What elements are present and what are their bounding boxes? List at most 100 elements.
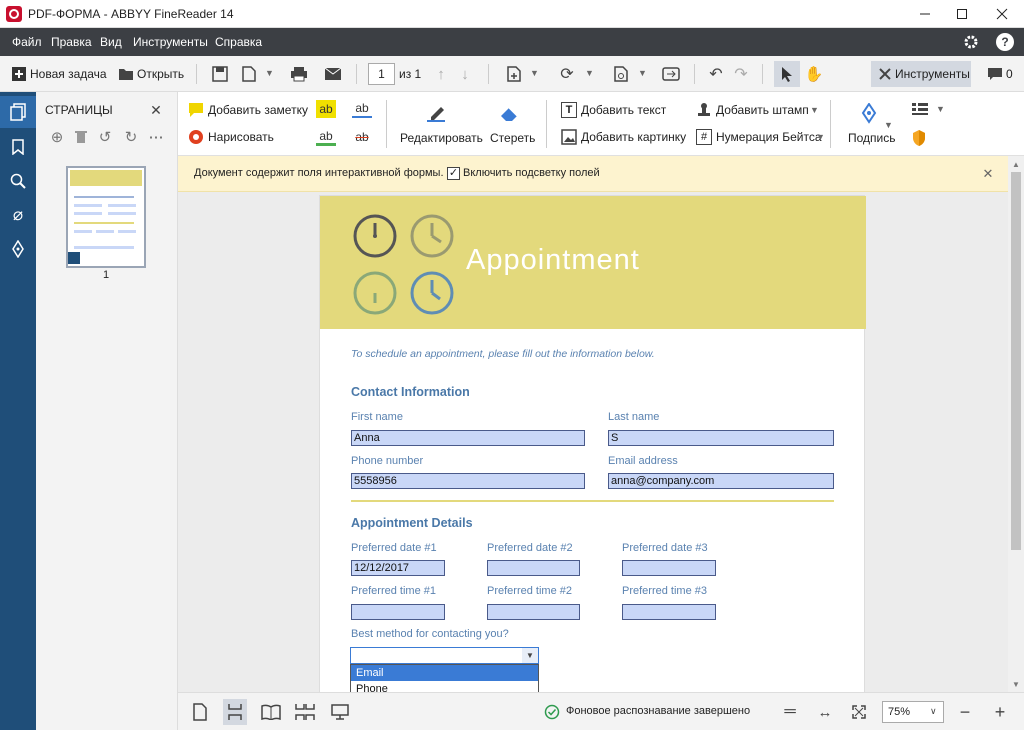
select-cursor-icon[interactable] xyxy=(774,61,800,87)
last-name-field[interactable]: S xyxy=(608,430,834,446)
attachment-icon[interactable]: ⌀ xyxy=(0,200,36,230)
arrow-down-icon[interactable]: ↓ xyxy=(456,65,474,83)
delete-page-icon[interactable] xyxy=(72,128,90,146)
add-picture-button[interactable]: Добавить картинку xyxy=(561,128,686,148)
new-task-button[interactable]: Новая задача xyxy=(30,67,107,81)
erase-button[interactable]: Стереть xyxy=(486,98,535,150)
rotate-right-icon[interactable]: ↻ xyxy=(122,128,140,146)
redo-icon[interactable]: ↷ xyxy=(731,65,751,83)
zoom-in-icon[interactable]: + xyxy=(990,702,1010,722)
date2-field[interactable] xyxy=(487,560,580,576)
dropdown-option-email[interactable]: Email xyxy=(351,665,538,681)
add-note-button[interactable]: Добавить заметку xyxy=(188,101,308,121)
fullscreen-view-icon[interactable] xyxy=(330,702,350,722)
time1-field[interactable] xyxy=(351,604,445,620)
save-as-icon[interactable] xyxy=(240,65,258,83)
menu-tools[interactable]: Инструменты xyxy=(133,35,208,49)
list-dropdown-arrow[interactable]: ▼ xyxy=(936,104,945,114)
signature-pen-icon[interactable] xyxy=(0,234,36,264)
rotate-left-icon[interactable]: ↺ xyxy=(96,128,114,146)
phone-field[interactable]: 5558956 xyxy=(351,473,585,489)
strikethrough-icon[interactable]: ab xyxy=(352,128,372,146)
document-viewer[interactable]: Appointment To schedule an appointment, … xyxy=(178,192,1008,692)
fit-width-arrows-icon[interactable]: ↔ xyxy=(814,703,836,721)
arrow-up-icon[interactable]: ↑ xyxy=(432,65,450,83)
compare-icon[interactable] xyxy=(662,65,680,83)
two-page-continuous-icon[interactable] xyxy=(294,702,316,722)
add-text-button[interactable]: T Добавить текст xyxy=(561,101,671,121)
dropdown-option-phone[interactable]: Phone xyxy=(351,681,538,692)
menu-file[interactable]: Файл xyxy=(12,35,42,49)
list-settings-icon[interactable] xyxy=(910,100,930,118)
print-icon[interactable] xyxy=(290,65,308,83)
save-dropdown-arrow[interactable]: ▼ xyxy=(265,68,274,78)
undo-icon[interactable]: ↶ xyxy=(706,65,726,83)
chevron-down-icon[interactable]: ▼ xyxy=(522,648,538,663)
highlight-fields-checkbox[interactable]: ✓ xyxy=(447,167,460,180)
highlight-fields-label[interactable]: Включить подсветку полей xyxy=(463,167,600,179)
new-task-icon[interactable] xyxy=(10,65,28,83)
first-name-field[interactable]: Anna xyxy=(351,430,585,446)
scrollbar-thumb[interactable] xyxy=(1011,172,1021,550)
scroll-up-arrow[interactable]: ▲ xyxy=(1008,156,1024,172)
close-infobar-icon[interactable]: ✕ xyxy=(980,166,996,182)
date3-field[interactable] xyxy=(622,560,716,576)
close-window-button[interactable] xyxy=(982,0,1022,28)
settings-gear-icon[interactable] xyxy=(962,33,980,51)
bookmark-icon[interactable] xyxy=(0,132,36,162)
find-dropdown-arrow[interactable]: ▼ xyxy=(638,68,647,78)
zoom-dropdown-arrow: ∨ xyxy=(930,706,937,716)
underline-text-icon[interactable]: ab xyxy=(352,100,372,118)
zoom-out-icon[interactable]: − xyxy=(955,702,975,722)
menu-view[interactable]: Вид xyxy=(100,35,122,49)
fit-page-icon[interactable] xyxy=(849,703,869,721)
two-page-view-icon[interactable] xyxy=(260,702,282,722)
help-icon[interactable]: ? xyxy=(996,33,1014,51)
sign-button[interactable]: ▼ Подпись xyxy=(842,98,898,150)
add-stamp-button[interactable]: Добавить штамп ▼ xyxy=(696,101,821,121)
pages-icon[interactable] xyxy=(0,96,36,128)
clock-icon xyxy=(352,270,398,319)
rotate-dropdown-arrow[interactable]: ▼ xyxy=(585,68,594,78)
add-page-dropdown-arrow[interactable]: ▼ xyxy=(530,68,539,78)
bates-numbering-button[interactable]: # Нумерация Бейтса ▼ xyxy=(696,128,826,148)
close-panel-icon[interactable]: ✕ xyxy=(148,102,164,118)
find-page-icon[interactable] xyxy=(612,65,630,83)
email-field[interactable]: anna@company.com xyxy=(608,473,834,489)
pen-nib-icon xyxy=(858,102,880,126)
date1-field[interactable]: 12/12/2017 xyxy=(351,560,445,576)
maximize-button[interactable] xyxy=(942,0,982,28)
email-icon[interactable] xyxy=(324,65,342,83)
rotate-icon[interactable]: ⟳ xyxy=(558,65,576,83)
edit-button[interactable]: Редактировать xyxy=(398,98,483,150)
search-icon[interactable] xyxy=(0,166,36,196)
contact-method-select[interactable]: ▼ xyxy=(350,647,539,664)
first-name-label: First name xyxy=(351,411,403,423)
page-number-input[interactable]: 1 xyxy=(368,63,395,85)
add-page-icon[interactable] xyxy=(505,65,523,83)
single-page-view-icon[interactable] xyxy=(191,702,209,722)
shield-icon[interactable] xyxy=(910,128,928,148)
page-thumbnail[interactable] xyxy=(66,166,146,268)
save-icon[interactable] xyxy=(211,65,229,83)
vertical-scrollbar[interactable]: ▲ ▼ xyxy=(1008,156,1024,692)
time2-field[interactable] xyxy=(487,604,580,620)
open-button[interactable]: Открыть xyxy=(137,67,184,81)
minimize-button[interactable] xyxy=(905,0,945,28)
menu-help[interactable]: Справка xyxy=(215,35,262,49)
more-options-icon[interactable]: ⋯ xyxy=(146,128,166,146)
green-highlight-icon[interactable]: ab xyxy=(316,128,336,146)
continuous-view-icon[interactable] xyxy=(223,699,247,725)
tools-toggle-button[interactable]: Инструменты xyxy=(871,61,971,87)
hand-tool-icon[interactable]: ✋ xyxy=(803,61,825,87)
fit-width-equals-icon[interactable]: ═ xyxy=(780,703,800,721)
zoom-select[interactable]: 75% ∨ xyxy=(882,701,944,723)
scroll-down-arrow[interactable]: ▼ xyxy=(1008,676,1024,692)
time3-field[interactable] xyxy=(622,604,716,620)
add-page-panel-icon[interactable]: ⊕ xyxy=(48,128,66,146)
draw-button[interactable]: Нарисовать xyxy=(188,128,278,148)
highlight-text-icon[interactable]: ab xyxy=(316,100,336,118)
menu-edit[interactable]: Правка xyxy=(51,35,92,49)
comment-icon[interactable] xyxy=(986,65,1004,83)
folder-icon[interactable] xyxy=(117,65,135,83)
